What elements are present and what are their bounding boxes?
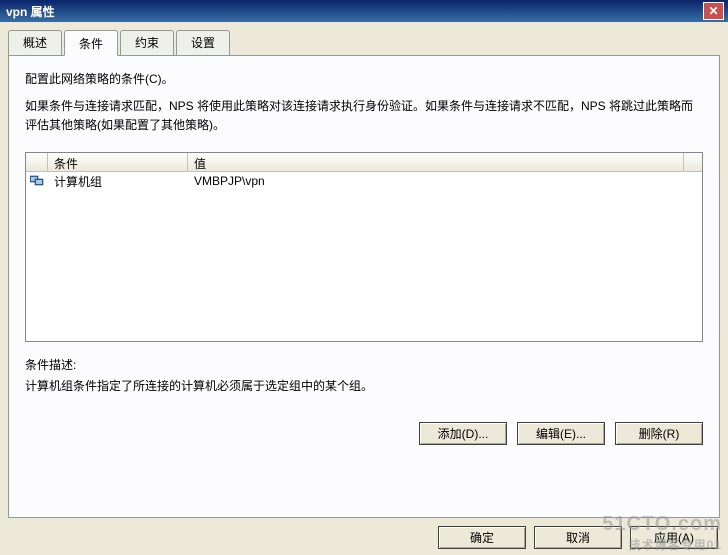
description-text: 计算机组条件指定了所连接的计算机必须属于选定组中的某个组。 — [25, 377, 703, 394]
add-button[interactable]: 添加(D)... — [419, 422, 507, 445]
header-value[interactable]: 值 — [188, 153, 684, 171]
tab-overview[interactable]: 概述 — [8, 30, 62, 55]
intro-text-2: 如果条件与连接请求匹配，NPS 将使用此策略对该连接请求执行身份验证。如果条件与… — [25, 97, 703, 134]
row-condition: 计算机组 — [48, 172, 188, 191]
condition-buttons: 添加(D)... 编辑(E)... 删除(R) — [25, 422, 703, 445]
dialog-body: 概述 条件 约束 设置 配置此网络策略的条件(C)。 如果条件与连接请求匹配，N… — [0, 22, 728, 518]
conditions-listview[interactable]: 条件 值 计算机组 VMBPJP\vpn — [25, 152, 703, 342]
header-spacer — [684, 153, 702, 171]
description-label: 条件描述: — [25, 356, 703, 373]
intro-text-1: 配置此网络策略的条件(C)。 — [25, 70, 703, 87]
listview-header: 条件 值 — [26, 153, 702, 172]
ok-button[interactable]: 确定 — [438, 526, 526, 549]
apply-button[interactable]: 应用(A) — [630, 526, 718, 549]
tab-conditions[interactable]: 条件 — [64, 30, 118, 56]
dialog-buttons: 确定 取消 应用(A) — [438, 526, 718, 549]
remove-button[interactable]: 删除(R) — [615, 422, 703, 445]
computer-group-icon — [26, 174, 48, 188]
close-icon[interactable]: ✕ — [703, 2, 724, 20]
header-icon-col[interactable] — [26, 153, 48, 171]
tab-settings[interactable]: 设置 — [176, 30, 230, 55]
header-condition[interactable]: 条件 — [48, 153, 188, 171]
row-value: VMBPJP\vpn — [188, 173, 702, 189]
tab-content: 配置此网络策略的条件(C)。 如果条件与连接请求匹配，NPS 将使用此策略对该连… — [8, 55, 720, 518]
tabstrip: 概述 条件 约束 设置 — [8, 30, 720, 55]
edit-button[interactable]: 编辑(E)... — [517, 422, 605, 445]
window-title: vpn 属性 — [4, 3, 703, 20]
tab-constraints[interactable]: 约束 — [120, 30, 174, 55]
titlebar: vpn 属性 ✕ — [0, 0, 728, 22]
cancel-button[interactable]: 取消 — [534, 526, 622, 549]
table-row[interactable]: 计算机组 VMBPJP\vpn — [26, 172, 702, 190]
